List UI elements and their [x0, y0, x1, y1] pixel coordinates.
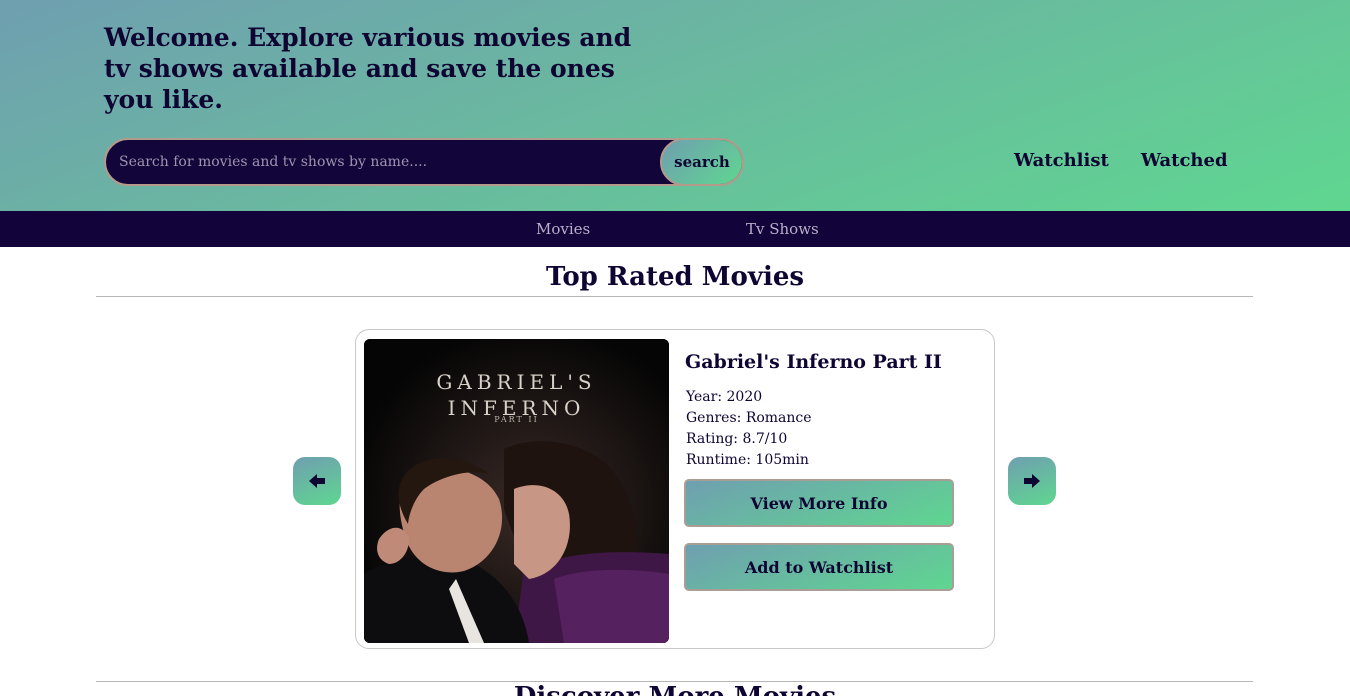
poster-subtitle: PART II	[494, 415, 539, 424]
movie-card: GABRIEL'S INFERNO PART II Gabriel's Infe…	[355, 329, 995, 649]
carousel-prev-button[interactable]	[293, 457, 341, 505]
carousel-next-button[interactable]	[1008, 457, 1056, 505]
movie-rating: Rating: 8.7/10	[686, 431, 788, 447]
movie-genres: Genres: Romance	[686, 410, 812, 426]
watchlist-link[interactable]: Watchlist	[1014, 150, 1109, 172]
arrow-right-icon	[1024, 474, 1040, 488]
next-section-title: Discover More Movies	[0, 682, 1350, 696]
movie-runtime: Runtime: 105min	[686, 452, 809, 468]
search-button[interactable]: search	[660, 140, 742, 184]
section-title: Top Rated Movies	[545, 262, 805, 292]
nav-tv-shows[interactable]: Tv Shows	[746, 220, 819, 238]
view-more-info-button[interactable]: View More Info	[684, 479, 954, 527]
search-bar: search	[104, 138, 744, 186]
movie-title: Gabriel's Inferno Part II	[685, 351, 942, 373]
section-divider	[96, 296, 1253, 297]
welcome-heading: Welcome. Explore various movies and tv s…	[104, 23, 632, 114]
movie-poster: GABRIEL'S INFERNO PART II	[364, 339, 669, 643]
poster-title: GABRIEL'S INFERNO	[364, 369, 669, 421]
search-input[interactable]	[106, 140, 666, 184]
arrow-left-icon	[309, 474, 325, 488]
movie-year: Year: 2020	[686, 389, 763, 405]
top-links: Watchlist Watched	[1014, 150, 1228, 172]
nav-movies[interactable]: Movies	[536, 220, 590, 238]
category-navbar: Movies Tv Shows	[0, 211, 1350, 247]
site-header: Welcome. Explore various movies and tv s…	[0, 0, 1350, 211]
add-to-watchlist-button[interactable]: Add to Watchlist	[684, 543, 954, 591]
poster-title-line1: GABRIEL'S	[436, 370, 597, 394]
watched-link[interactable]: Watched	[1141, 150, 1228, 172]
